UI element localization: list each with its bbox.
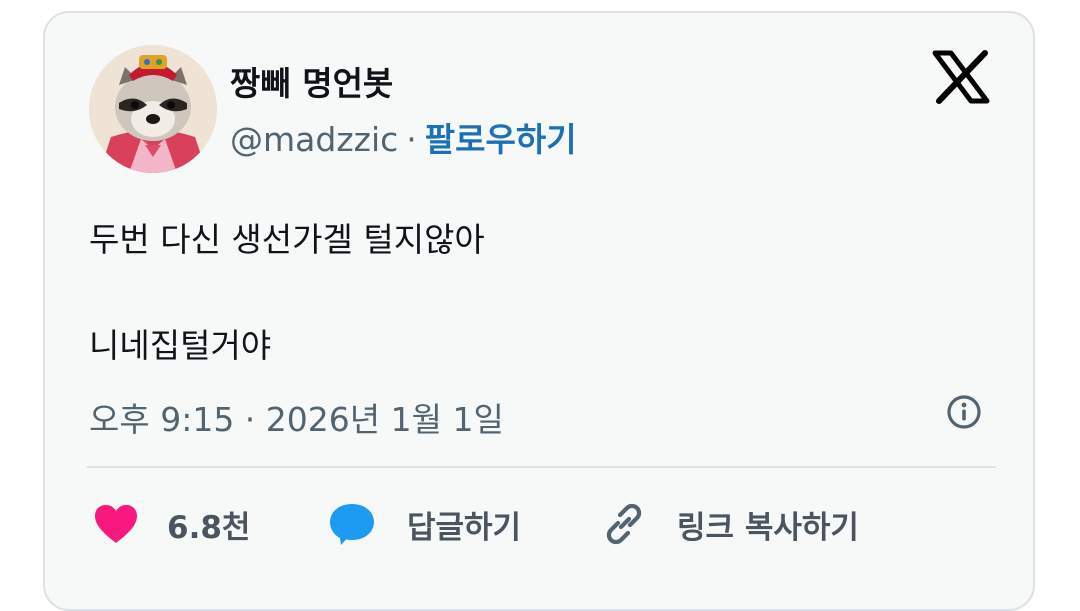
link-icon — [606, 503, 642, 545]
tweet-card: 짱빼 명언봇 @madzzic · 팔로우하기 두번 다신 생선가겔 털지않아 니네… — [43, 11, 1035, 611]
like-count: 6.8천 — [167, 509, 251, 546]
reply-button[interactable]: 답글하기 — [327, 499, 521, 549]
tweet-timestamp[interactable]: 오후 9:15 · 2026년 1월 1일 — [89, 393, 504, 441]
user-handle[interactable]: @madzzic — [230, 120, 398, 159]
info-icon[interactable] — [946, 394, 982, 430]
copy-link-label: 링크 복사하기 — [677, 509, 859, 546]
handle-line: @madzzic · 팔로우하기 — [230, 113, 577, 161]
divider — [87, 466, 996, 468]
follow-button[interactable]: 팔로우하기 — [425, 120, 577, 159]
tweet-text-line-2: 니네집털거야 — [89, 326, 272, 365]
x-logo-icon[interactable] — [931, 47, 991, 107]
tweet-text-line-1: 두번 다신 생선가겔 털지않아 — [89, 220, 485, 259]
speech-bubble-icon — [330, 504, 374, 545]
heart-icon — [95, 505, 137, 543]
display-name[interactable]: 짱빼 명언봇 — [230, 57, 393, 105]
avatar[interactable] — [89, 45, 217, 173]
reply-label: 답글하기 — [407, 509, 522, 546]
separator-dot: · — [406, 120, 417, 159]
raccoon-avatar-icon — [89, 45, 217, 173]
copy-link-button[interactable]: 링크 복사하기 — [601, 499, 859, 549]
like-button[interactable]: 6.8천 — [93, 499, 250, 549]
